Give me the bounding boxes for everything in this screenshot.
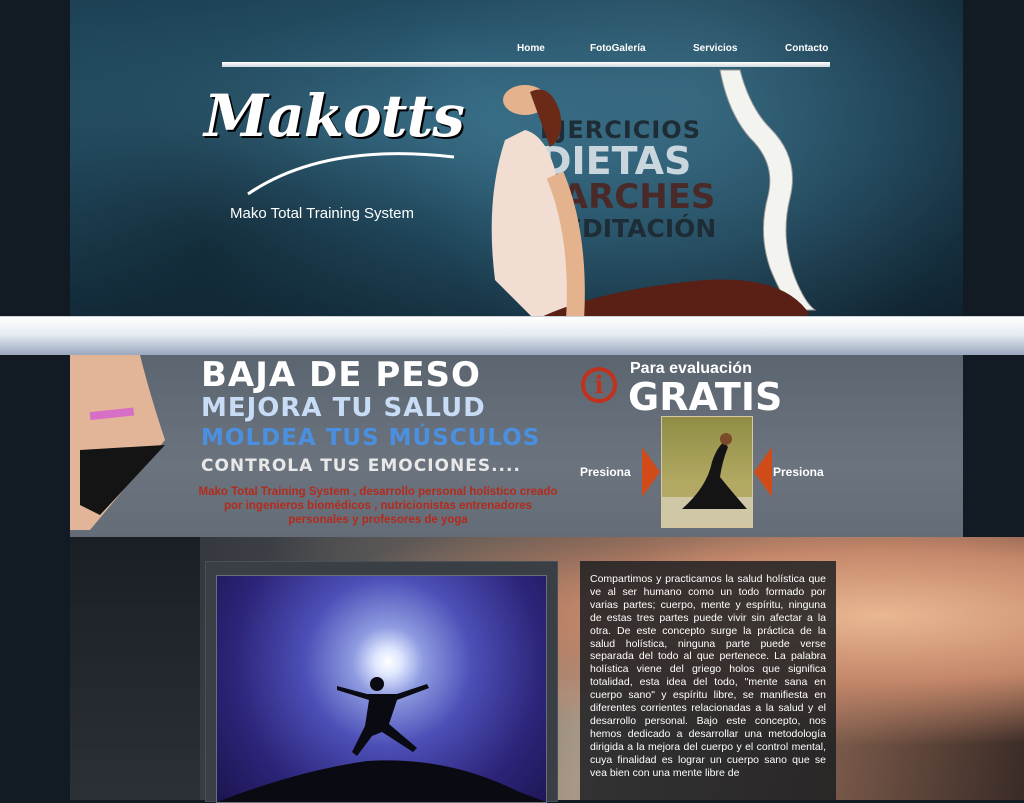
promo-line-controla-emociones: CONTROLA TUS EMOCIONES.... <box>201 456 521 476</box>
intro-paragraph: Compartimos y practicamos la salud holís… <box>590 573 826 779</box>
main-nav: Home FotoGalería Servicios Contacto <box>517 43 829 54</box>
nav-servicios-link[interactable]: Servicios <box>693 43 785 54</box>
info-icon: i <box>581 367 617 403</box>
silhouette-image <box>217 677 546 802</box>
nav-divider <box>222 62 830 67</box>
arrow-left-icon <box>754 447 772 497</box>
yoga-woman-image <box>491 85 810 316</box>
logo[interactable]: Makotts <box>204 82 465 202</box>
yoga-pose-thumbnail-image <box>662 433 752 527</box>
arrow-right-icon <box>642 447 660 497</box>
press-left-label[interactable]: Presiona <box>580 465 631 479</box>
logo-swoosh-icon <box>247 152 455 196</box>
tagline: Mako Total Training System <box>230 205 414 222</box>
nav-fotogaleria-link[interactable]: FotoGalería <box>590 43 693 54</box>
feature-photo-frame <box>205 561 558 803</box>
waist-measure-image <box>70 355 165 530</box>
header-strip <box>0 316 1024 355</box>
intro-text-panel: Compartimos y practicamos la salud holís… <box>580 561 836 800</box>
nav-home-link[interactable]: Home <box>517 43 590 54</box>
press-right-label[interactable]: Presiona <box>773 465 824 479</box>
promo-band: BAJA DE PESO MEJORA TU SALUD MOLDEA TUS … <box>70 355 963 537</box>
promo-line-baja-de-peso: BAJA DE PESO <box>201 355 481 395</box>
nav-contacto-link[interactable]: Contacto <box>785 43 829 54</box>
promo-description: Mako Total Training System , desarrollo … <box>198 486 558 526</box>
yoga-silhouette-photo <box>216 575 547 803</box>
header-banner: Home FotoGalería Servicios Contacto Mako… <box>70 0 963 316</box>
promo-line-mejora-salud: MEJORA TU SALUD <box>201 393 486 423</box>
gratis-label: GRATIS <box>628 375 783 419</box>
free-evaluation-thumbnail[interactable] <box>661 416 753 528</box>
promo-line-moldea-musculos: MOLDEA TUS MÚSCULOS <box>201 425 541 451</box>
